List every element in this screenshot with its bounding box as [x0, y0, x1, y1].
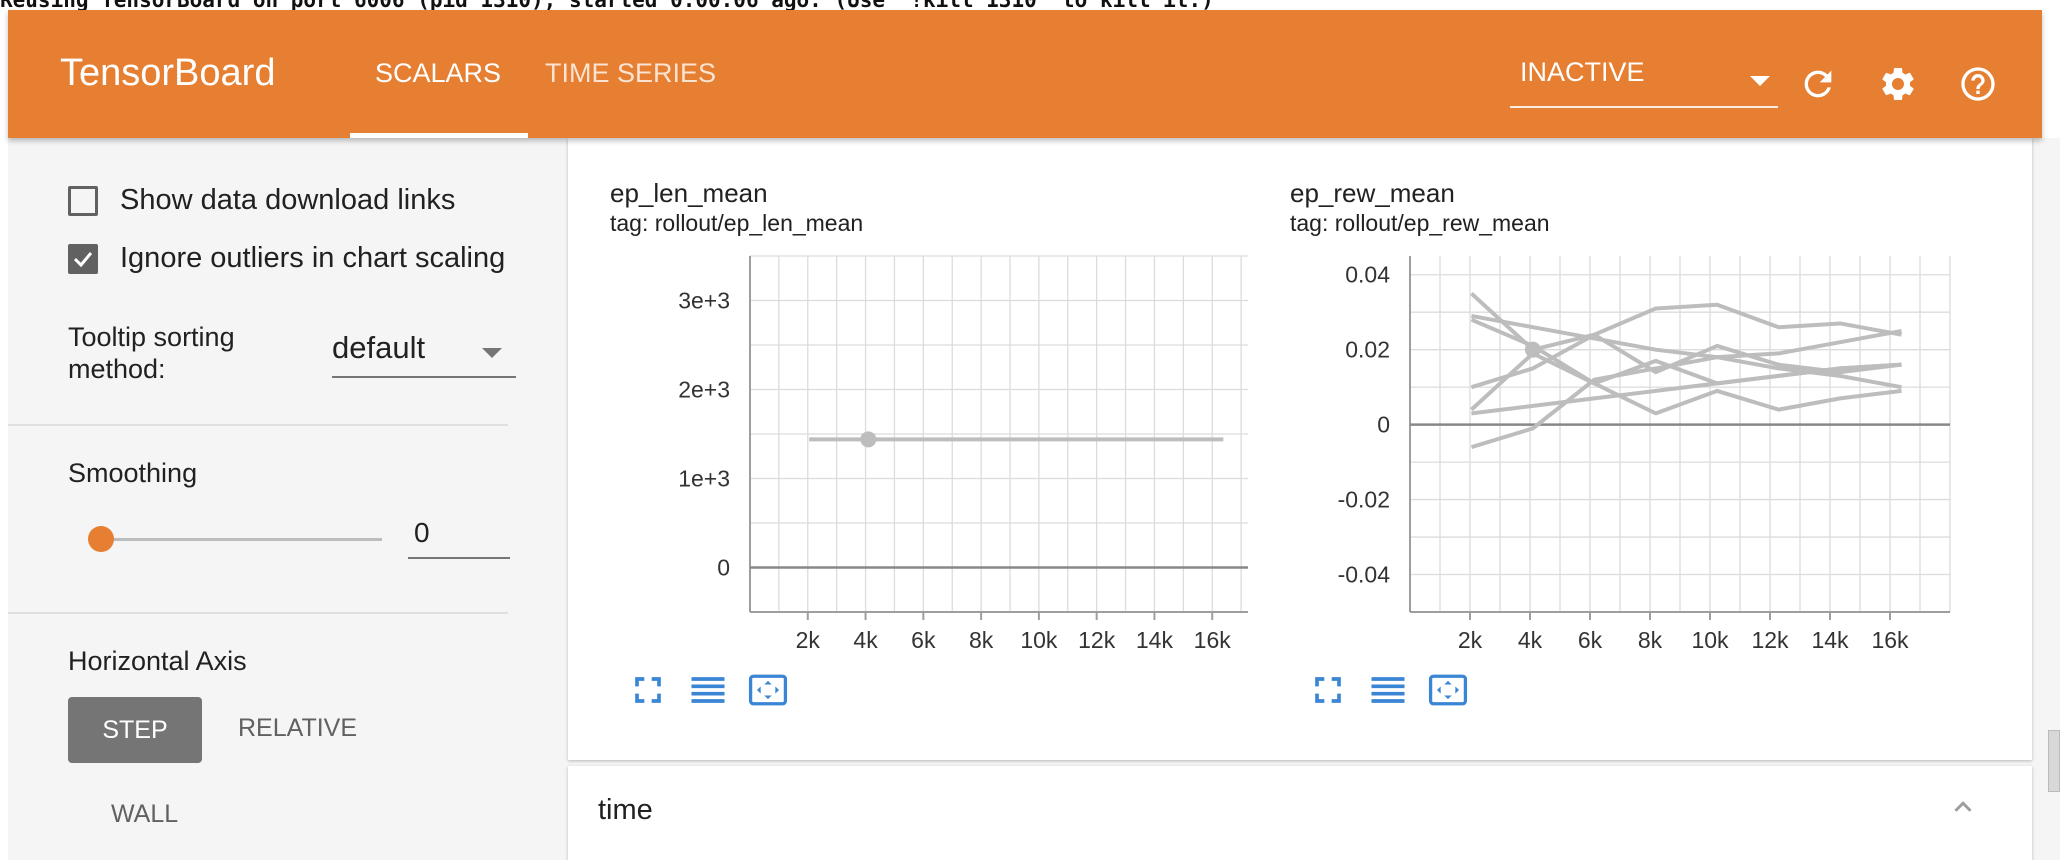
- x-tick-label: 12k: [1751, 627, 1789, 653]
- hover-point: [1524, 341, 1541, 358]
- axis-wall-button[interactable]: WALL: [111, 800, 178, 829]
- app-title: TensorBoard: [60, 52, 276, 94]
- ignore-outliers-checkbox[interactable]: [68, 244, 98, 274]
- ignore-outliers-label: Ignore outliers in chart scaling: [120, 244, 506, 274]
- fit-domain-icon[interactable]: [746, 668, 790, 712]
- x-tick-label: 14k: [1811, 627, 1849, 653]
- ep-rew-mean-chart[interactable]: 2k 4k 6k 8k 10k 12k 14k 16k 0.04 0.02 0 -0.02 -0.04: [568, 138, 2028, 658]
- dropdown-arrow-icon: [482, 348, 502, 358]
- fullscreen-icon[interactable]: [1306, 668, 1350, 712]
- horizontal-axis-label: Horizontal Axis: [68, 646, 247, 676]
- data-table-icon[interactable]: [1366, 668, 1410, 712]
- x-tick-label: 2k: [1458, 627, 1483, 653]
- tooltip-sorting-select[interactable]: default: [332, 328, 516, 378]
- top-app-bar: TensorBoard SCALARS TIME SERIES INACTIVE: [8, 10, 2042, 138]
- time-section-header[interactable]: time: [568, 766, 2032, 860]
- sidebar: Show data download links Ignore outliers…: [8, 138, 568, 860]
- fit-domain-icon[interactable]: [1426, 668, 1470, 712]
- tab-time-series[interactable]: TIME SERIES: [545, 58, 716, 89]
- fullscreen-icon[interactable]: [626, 668, 670, 712]
- y-tick-label: 0.04: [1345, 262, 1390, 288]
- active-tab-indicator: [350, 133, 528, 138]
- data-table-icon[interactable]: [686, 668, 730, 712]
- x-tick-label: 10k: [1691, 627, 1729, 653]
- run-status-dropdown[interactable]: INACTIVE: [1510, 54, 1778, 108]
- tooltip-sorting-label: Tooltip sorting method:: [68, 322, 235, 384]
- show-download-links-label: Show data download links: [120, 186, 456, 216]
- rollout-card: ep_len_mean tag: rollout/ep_len_mean 2k 4…: [568, 138, 2032, 760]
- section-title: time: [598, 794, 653, 826]
- y-tick-label: 0.02: [1345, 337, 1390, 363]
- help-icon[interactable]: [1958, 64, 1998, 104]
- tab-scalars[interactable]: SCALARS: [375, 58, 501, 89]
- divider: [8, 424, 508, 426]
- smoothing-value: 0: [414, 517, 430, 548]
- y-tick-label: -0.02: [1338, 487, 1390, 513]
- dropdown-arrow-icon: [1750, 76, 1770, 86]
- y-tick-label: 0: [1377, 412, 1390, 438]
- x-tick-label: 8k: [1638, 627, 1663, 653]
- axis-step-button[interactable]: STEP: [68, 697, 202, 763]
- x-tick-label: 6k: [1578, 627, 1603, 653]
- gear-icon[interactable]: [1878, 64, 1918, 104]
- x-tick-label: 16k: [1871, 627, 1909, 653]
- smoothing-slider-thumb[interactable]: [88, 526, 114, 552]
- smoothing-slider-track[interactable]: [100, 538, 382, 541]
- smoothing-label: Smoothing: [68, 458, 198, 488]
- y-tick-label: -0.04: [1338, 562, 1391, 588]
- run-status-value: INACTIVE: [1520, 57, 1645, 87]
- show-download-links-checkbox[interactable]: [68, 186, 98, 216]
- x-tick-label: 4k: [1518, 627, 1543, 653]
- axis-relative-button[interactable]: RELATIVE: [238, 714, 357, 743]
- scrollbar-thumb[interactable]: [2048, 730, 2060, 792]
- checkmark-icon: [73, 252, 93, 268]
- tooltip-sorting-value: default: [332, 330, 426, 365]
- refresh-icon[interactable]: [1798, 64, 1838, 104]
- terminal-output-line: Reusing TensorBoard on port 6006 (pid 13…: [0, 0, 2060, 10]
- chevron-up-icon[interactable]: [1948, 792, 1978, 822]
- divider: [8, 612, 508, 614]
- smoothing-input[interactable]: 0: [408, 513, 510, 559]
